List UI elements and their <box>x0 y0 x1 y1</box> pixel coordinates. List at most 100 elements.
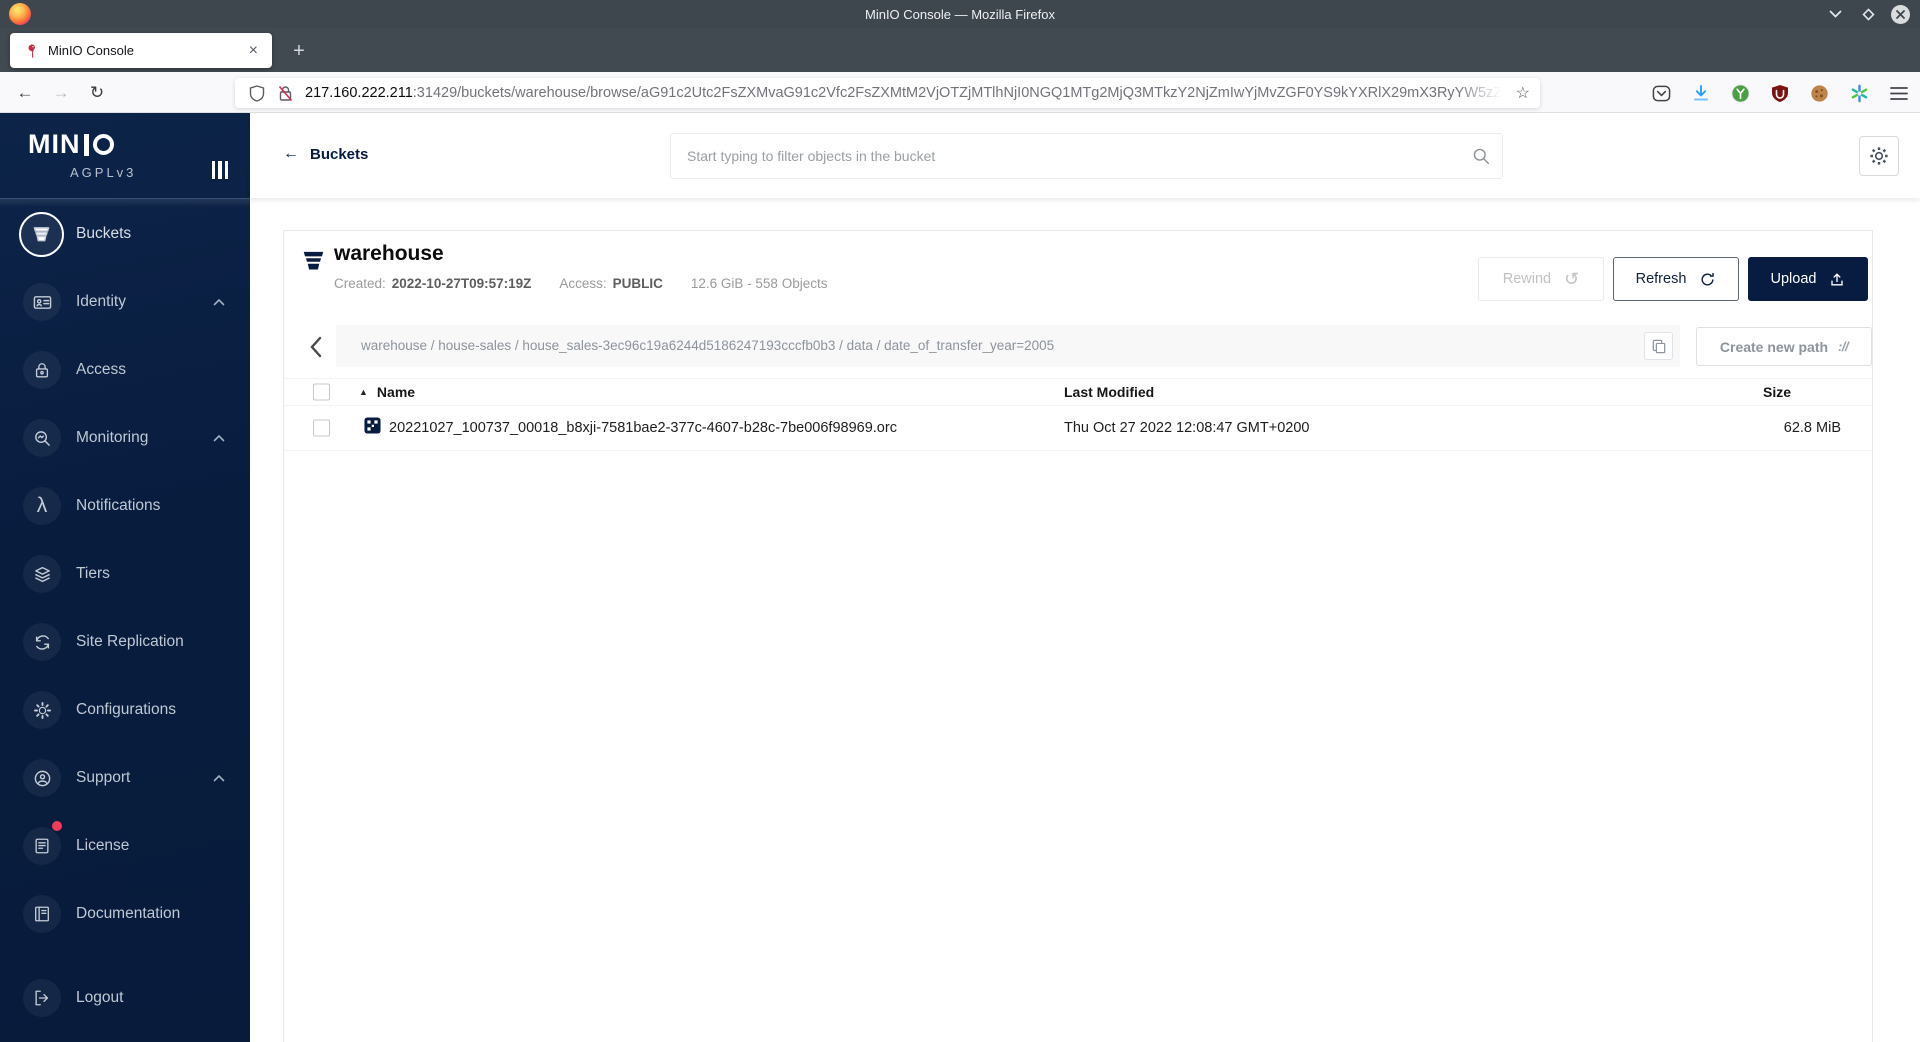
table-row[interactable]: 20221027_100737_00018_b8xji-7581bae2-377… <box>284 406 1872 451</box>
breadcrumb[interactable]: warehouse / house-sales / house_sales-3e… <box>336 325 1680 367</box>
sidebar-item-site-replication[interactable]: Site Replication <box>0 608 250 676</box>
bucket-summary: 12.6 GiB - 558 Objects <box>690 276 828 291</box>
support-icon <box>23 759 61 797</box>
bucket-panel: warehouse Created: 2022-10-27T09:57:19Z A… <box>283 230 1873 1042</box>
bucket-actions: Rewind ↺ Refresh Upload <box>1478 257 1868 301</box>
tiers-icon <box>23 555 61 593</box>
browser-back-button[interactable]: ← <box>12 80 38 106</box>
window-minimize-icon[interactable] <box>1825 4 1845 24</box>
column-header-name[interactable]: ▲ Name <box>359 384 415 400</box>
license-icon <box>23 827 61 865</box>
page-toolbar: ← Buckets <box>250 113 1920 198</box>
sidebar-item-tiers[interactable]: Tiers <box>0 540 250 608</box>
sidebar: MIN AGPLv3 Buckets Identity Access Monit… <box>0 113 250 1042</box>
new-path-icon: :// <box>1838 339 1849 354</box>
minio-flamingo-favicon-icon <box>28 43 35 58</box>
url-path: :31429/buckets/warehouse/browse/aG91c2Ut… <box>412 85 1512 101</box>
object-name-cell: 20221027_100737_00018_b8xji-7581bae2-377… <box>389 420 897 436</box>
url-host: 217.160.222.211 <box>305 85 413 101</box>
buckets-back-link[interactable]: ← Buckets <box>283 145 368 163</box>
back-arrow-icon: ← <box>283 145 299 162</box>
url-bar[interactable]: 217.160.222.211:31429/buckets/warehouse/… <box>235 78 1540 108</box>
browser-reload-button[interactable]: ↻ <box>84 80 110 106</box>
select-all-checkbox[interactable] <box>313 383 330 401</box>
row-checkbox[interactable] <box>313 419 330 437</box>
tab-close-icon[interactable]: × <box>245 41 262 61</box>
refresh-button[interactable]: Refresh <box>1613 257 1739 301</box>
sort-asc-icon: ▲ <box>359 387 368 397</box>
back-link-label: Buckets <box>310 145 369 163</box>
bucket-meta: Created: 2022-10-27T09:57:19Z Access: PUBL… <box>334 276 827 291</box>
tab-title: MinIO Console <box>48 43 134 58</box>
minio-logo: MIN <box>28 129 114 160</box>
copy-icon <box>1652 339 1665 353</box>
url-fade <box>1457 78 1512 108</box>
new-tab-button[interactable]: + <box>286 38 312 64</box>
minio-console-app: MIN AGPLv3 Buckets Identity Access Monit… <box>0 113 1920 1042</box>
url-text: 217.160.222.211:31429/buckets/warehouse/… <box>305 85 1512 101</box>
sidebar-item-monitoring[interactable]: Monitoring <box>0 404 250 472</box>
downloads-icon[interactable] <box>1692 84 1710 103</box>
cookie-extension-icon[interactable] <box>1810 84 1829 103</box>
sidebar-item-support[interactable]: Support <box>0 744 250 812</box>
bookmark-star-icon[interactable]: ☆ <box>1516 83 1530 103</box>
sidebar-menu: Buckets Identity Access Monitoring λ Not… <box>0 200 250 1032</box>
sidebar-item-buckets[interactable]: Buckets <box>0 200 250 268</box>
chevron-up-icon <box>213 429 225 447</box>
minio-logo-text: MIN <box>28 129 81 159</box>
sidebar-item-identity[interactable]: Identity <box>0 268 250 336</box>
identity-icon <box>23 283 61 321</box>
create-new-path-button[interactable]: Create new path :// <box>1696 327 1872 366</box>
sidebar-item-notifications[interactable]: λ Notifications <box>0 472 250 540</box>
site-replication-icon <box>23 623 61 661</box>
rewind-icon: ↺ <box>1564 268 1580 289</box>
ublock-shield-icon[interactable] <box>1771 84 1789 103</box>
object-search <box>670 133 1503 179</box>
sidebar-item-documentation[interactable]: Documentation <box>0 880 250 948</box>
window-titlebar: MinIO Console — Mozilla Firefox <box>0 0 1920 28</box>
window-title: MinIO Console — Mozilla Firefox <box>865 6 1055 22</box>
column-header-size[interactable]: Size <box>1763 384 1791 400</box>
breadcrumb-bar: warehouse / house-sales / house_sales-3e… <box>336 325 1680 367</box>
upload-button[interactable]: Upload <box>1748 257 1868 301</box>
sidebar-collapse-button[interactable] <box>211 161 228 179</box>
browser-extension-icons <box>1652 78 1908 108</box>
license-tag: AGPLv3 <box>70 165 137 180</box>
pocket-icon[interactable] <box>1652 84 1671 103</box>
object-file-icon <box>364 417 381 439</box>
menu-hamburger-icon[interactable] <box>1890 86 1908 101</box>
access-label: Access: <box>559 276 607 291</box>
main-content: ← Buckets warehouse <box>250 113 1920 1042</box>
license-badge-dot <box>52 821 62 831</box>
bucket-name-title: warehouse <box>334 242 444 265</box>
copy-path-button[interactable] <box>1644 332 1673 360</box>
sidebar-item-configurations[interactable]: Configurations <box>0 676 250 744</box>
refresh-icon <box>1701 272 1715 285</box>
window-maximize-icon[interactable] <box>1858 4 1878 24</box>
column-header-last-modified[interactable]: Last Modified <box>1064 384 1154 400</box>
browser-tab-minio-console[interactable]: MinIO Console × <box>10 33 272 68</box>
chevron-up-icon <box>213 293 225 311</box>
settings-gear-button[interactable] <box>1859 136 1899 176</box>
browser-forward-button[interactable]: → <box>48 80 74 106</box>
breadcrumb-back-button[interactable] <box>296 327 334 367</box>
insecure-lock-icon <box>278 85 293 101</box>
object-filter-input[interactable] <box>670 133 1503 179</box>
window-close-icon[interactable] <box>1891 4 1910 24</box>
access-icon <box>23 351 61 389</box>
screen: MinIO Console — Mozilla Firefox MinIO Co… <box>0 0 1920 1042</box>
extension-asterisk-icon[interactable] <box>1850 84 1869 103</box>
object-size-cell: 62.8 MiB <box>1783 420 1841 436</box>
minio-logo-o-ring <box>92 134 114 155</box>
minio-logo-i-bar <box>83 133 89 156</box>
sidebar-item-license[interactable]: License <box>0 812 250 880</box>
access-value: PUBLIC <box>612 276 663 291</box>
rewind-button[interactable]: Rewind ↺ <box>1478 257 1604 301</box>
objects-table: ▲ Name Last Modified Size 20221027_10073… <box>284 378 1872 451</box>
browser-navbar: ← → ↻ 217.160.222.211:31429/buckets/ware… <box>0 72 1920 113</box>
sidebar-item-access[interactable]: Access <box>0 336 250 404</box>
chevron-left-icon <box>309 336 321 358</box>
extension-green-icon[interactable] <box>1731 83 1750 103</box>
sidebar-item-logout[interactable]: Logout <box>0 964 250 1032</box>
bucket-icon <box>300 248 327 279</box>
